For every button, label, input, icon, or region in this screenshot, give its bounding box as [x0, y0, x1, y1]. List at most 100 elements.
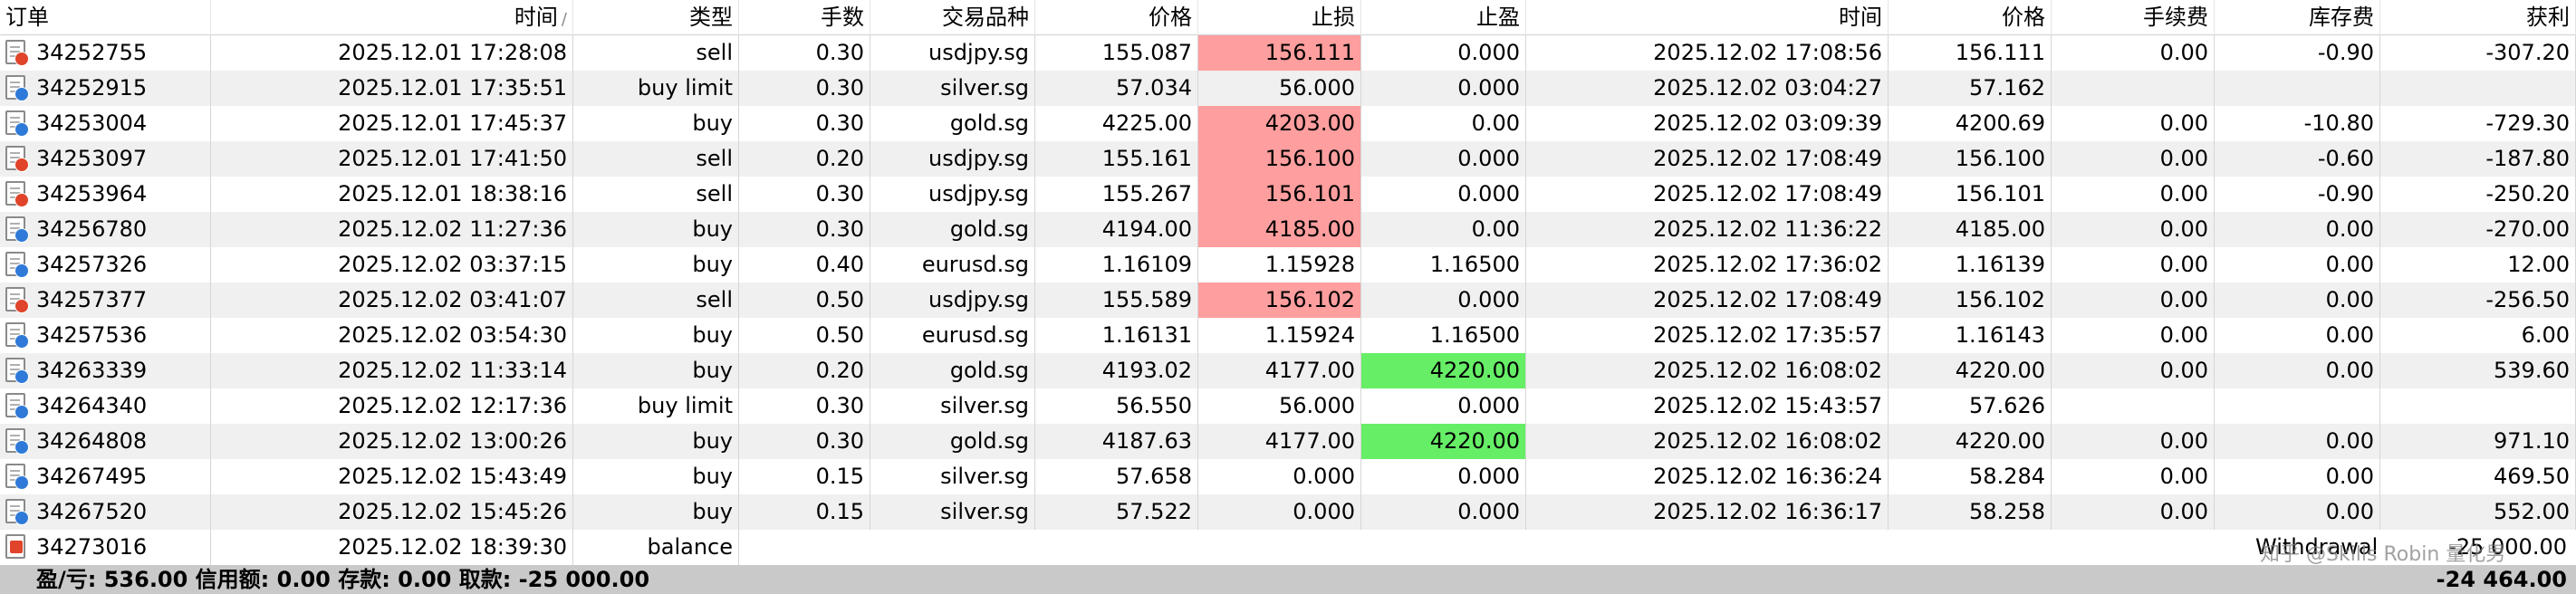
order-cell: 34257377	[0, 283, 211, 318]
table-row[interactable]: 34257377 2025.12.02 03:41:07 sell 0.50 usdjp…	[0, 283, 2576, 318]
stop-loss-cell: 156.102	[1198, 283, 1361, 318]
col-header-take-profit[interactable]: 止盈	[1361, 0, 1526, 35]
volume-cell: 0.30	[739, 106, 870, 141]
stop-loss-cell: 4185.00	[1198, 212, 1361, 247]
col-header-close-time[interactable]: 时间	[1526, 0, 1889, 35]
take-profit-cell: 0.000	[1361, 283, 1526, 318]
type-cell: buy	[573, 459, 739, 494]
commission-cell: 0.00	[2052, 247, 2215, 283]
commission-cell: 0.00	[2052, 106, 2215, 141]
table-row[interactable]: 34267520 2025.12.02 15:45:26 buy 0.15 silver…	[0, 494, 2576, 530]
close-time-cell: 2025.12.02 17:08:49	[1526, 177, 1889, 212]
table-row[interactable]: 34256780 2025.12.02 11:27:36 buy 0.30 gold.s…	[0, 212, 2576, 247]
col-header-open-time-label: 时间	[514, 5, 558, 30]
order-cell: 34263339	[0, 353, 211, 388]
close-time-cell: 2025.12.02 17:08:49	[1526, 141, 1889, 177]
buy-document-icon	[5, 393, 29, 419]
volume-cell: 0.40	[739, 247, 870, 283]
order-number: 34264808	[36, 428, 148, 454]
profit-cell: -256.50	[2380, 283, 2576, 318]
profit-cell: 971.10	[2380, 424, 2576, 459]
close-price-cell: 1.16143	[1889, 318, 2052, 353]
stop-loss-cell: 4203.00	[1198, 106, 1361, 141]
col-header-commission[interactable]: 手续费	[2052, 0, 2215, 35]
table-row-balance[interactable]: 34273016 2025.12.02 18:39:30 balance Wit…	[0, 530, 2576, 565]
sell-document-icon	[5, 181, 29, 207]
col-header-open-time[interactable]: 时间 /	[211, 0, 573, 35]
open-price-cell: 56.550	[1035, 388, 1198, 424]
volume-cell: 0.15	[739, 459, 870, 494]
order-cell: 34256780	[0, 212, 211, 247]
type-cell: sell	[573, 283, 739, 318]
commission-cell: 0.00	[2052, 35, 2215, 71]
commission-cell: 0.00	[2052, 177, 2215, 212]
table-row[interactable]: 34253097 2025.12.01 17:41:50 sell 0.20 usdjp…	[0, 141, 2576, 177]
take-profit-cell: 1.16500	[1361, 318, 1526, 353]
close-time-cell: 2025.12.02 15:43:57	[1526, 388, 1889, 424]
swap-cell: -0.90	[2215, 177, 2380, 212]
volume-cell: 0.30	[739, 424, 870, 459]
col-header-type[interactable]: 类型	[573, 0, 739, 35]
open-time-cell: 2025.12.01 17:41:50	[211, 141, 573, 177]
open-price-cell: 57.034	[1035, 71, 1198, 106]
table-row[interactable]: 34267495 2025.12.02 15:43:49 buy 0.15 silver…	[0, 459, 2576, 494]
order-cell: 34267520	[0, 494, 211, 530]
profit-cell: -307.20	[2380, 35, 2576, 71]
order-number: 34252755	[36, 40, 148, 65]
volume-cell: 0.30	[739, 388, 870, 424]
col-header-symbol[interactable]: 交易品种	[870, 0, 1035, 35]
take-profit-cell: 0.00	[1361, 106, 1526, 141]
col-header-close-price[interactable]: 价格	[1889, 0, 2052, 35]
table-row[interactable]: 34252915 2025.12.01 17:35:51 buy limit 0.30…	[0, 71, 2576, 106]
close-price-cell: 58.258	[1889, 494, 2052, 530]
table-row[interactable]: 34264808 2025.12.02 13:00:26 buy 0.30 gold.s…	[0, 424, 2576, 459]
take-profit-cell: 0.000	[1361, 71, 1526, 106]
close-time-cell: 2025.12.02 16:08:02	[1526, 424, 1889, 459]
order-number: 34267495	[36, 464, 148, 489]
col-header-profit[interactable]: 获利	[2380, 0, 2576, 35]
stop-loss-cell: 156.111	[1198, 35, 1361, 71]
buy-document-icon	[5, 358, 29, 384]
table-row[interactable]: 34253964 2025.12.01 18:38:16 sell 0.30 usdjp…	[0, 177, 2576, 212]
profit-cell: 552.00	[2380, 494, 2576, 530]
close-time-cell: 2025.12.02 16:36:24	[1526, 459, 1889, 494]
table-row[interactable]: 34263339 2025.12.02 11:33:14 buy 0.20 gold.s…	[0, 353, 2576, 388]
volume-cell: 0.15	[739, 494, 870, 530]
symbol-cell: gold.sg	[870, 106, 1035, 141]
sell-document-icon	[5, 146, 29, 172]
buy-document-icon	[5, 499, 29, 525]
close-price-cell: 57.626	[1889, 388, 2052, 424]
volume-cell: 0.20	[739, 141, 870, 177]
open-time-cell: 2025.12.02 15:43:49	[211, 459, 573, 494]
table-row[interactable]: 34253004 2025.12.01 17:45:37 buy 0.30 gold.s…	[0, 106, 2576, 141]
table-row[interactable]: 34257326 2025.12.02 03:37:15 buy 0.40 eurusd…	[0, 247, 2576, 283]
close-time-cell: 2025.12.02 17:08:56	[1526, 35, 1889, 71]
volume-cell: 0.50	[739, 283, 870, 318]
col-header-volume[interactable]: 手数	[739, 0, 870, 35]
symbol-cell: eurusd.sg	[870, 247, 1035, 283]
order-cell: 34252915	[0, 71, 211, 106]
table-row[interactable]: 34252755 2025.12.01 17:28:08 sell 0.30 usdjp…	[0, 35, 2576, 71]
stop-loss-cell: 0.000	[1198, 459, 1361, 494]
swap-cell: -0.90	[2215, 35, 2380, 71]
type-cell: balance	[573, 530, 739, 565]
col-header-order[interactable]: 订单	[0, 0, 211, 35]
take-profit-cell: 0.000	[1361, 177, 1526, 212]
order-number: 34253097	[36, 146, 148, 171]
summary-footer: 盈/亏: 536.00 信用额: 0.00 存款: 0.00 取款: -25 0…	[0, 565, 2576, 594]
open-price-cell: 4225.00	[1035, 106, 1198, 141]
col-header-swap[interactable]: 库存费	[2215, 0, 2380, 35]
table-row[interactable]: 34257536 2025.12.02 03:54:30 buy 0.50 eurusd…	[0, 318, 2576, 353]
col-header-open-price[interactable]: 价格	[1035, 0, 1198, 35]
close-time-cell: 2025.12.02 17:08:49	[1526, 283, 1889, 318]
swap-cell: 0.00	[2215, 459, 2380, 494]
order-cell: 34264808	[0, 424, 211, 459]
col-header-stop-loss[interactable]: 止损	[1198, 0, 1361, 35]
volume-cell: 0.30	[739, 177, 870, 212]
symbol-cell: gold.sg	[870, 424, 1035, 459]
swap-cell	[2215, 388, 2380, 424]
profit-cell	[2380, 71, 2576, 106]
profit-cell: -270.00	[2380, 212, 2576, 247]
close-time-cell: 2025.12.02 16:08:02	[1526, 353, 1889, 388]
table-row[interactable]: 34264340 2025.12.02 12:17:36 buy limit 0.30…	[0, 388, 2576, 424]
